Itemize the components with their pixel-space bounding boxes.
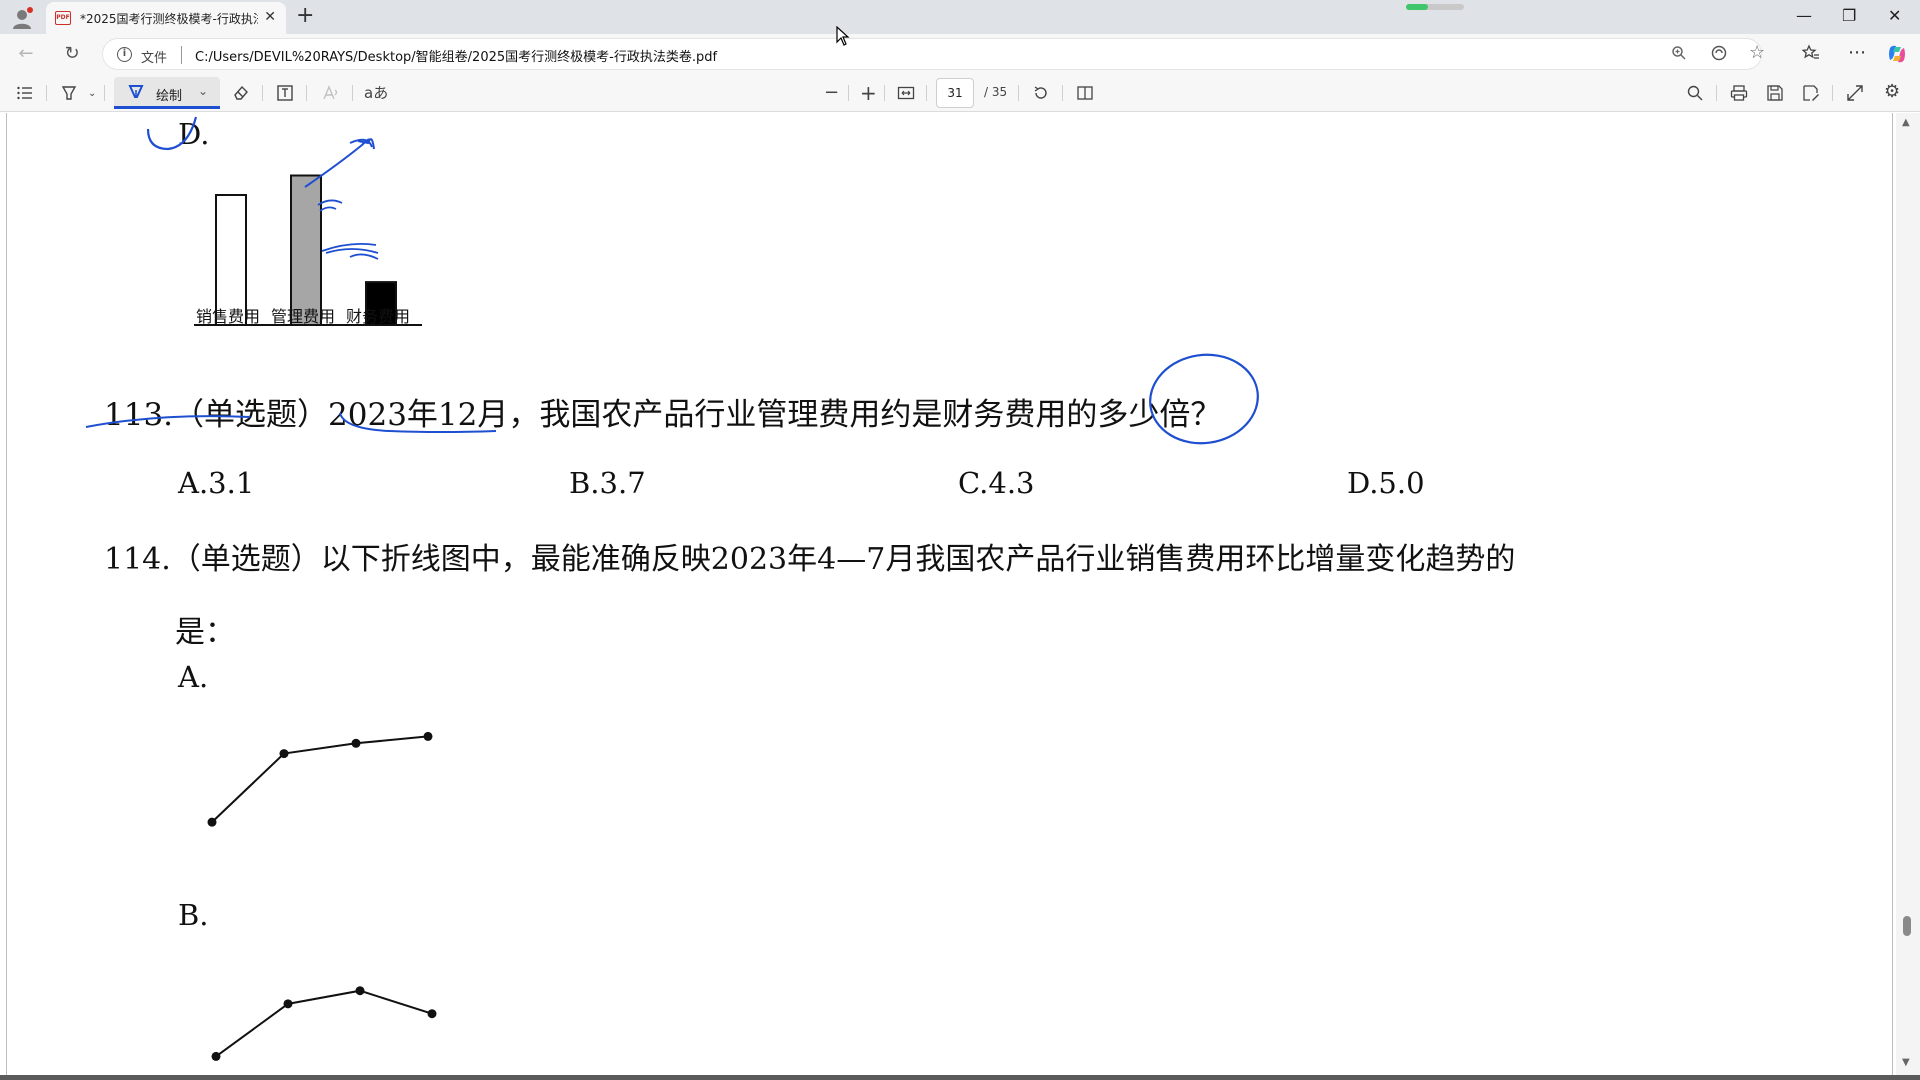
address-bar[interactable]: i 文件 C:/Users/DEVIL%20RAYS/Desktop/智能组卷/…	[102, 38, 1765, 70]
refresh-icon[interactable]: ↻	[60, 42, 84, 66]
line-chart-b-line	[215, 989, 433, 1058]
minimize-button[interactable]: —	[1796, 6, 1812, 25]
toolbar-divider	[46, 85, 47, 101]
settings-gear-icon[interactable]: ⚙	[1884, 81, 1900, 103]
vertical-scrollbar[interactable]: ▲ ▼	[1896, 113, 1920, 1075]
bar-label-1: 管理费用	[271, 307, 336, 326]
toolbar-divider	[1062, 85, 1063, 101]
toolbar-divider	[306, 85, 307, 101]
bar-label-2: 财务费用	[346, 307, 411, 326]
eraser-icon[interactable]	[232, 84, 250, 102]
info-icon[interactable]: i	[117, 47, 132, 62]
tab-strip: PDF *2025国考行测终极模考-行政执法类卷.pdf ✕ + — ❐ ✕	[0, 0, 1920, 34]
page-left-border	[6, 113, 7, 1075]
zoom-out-button[interactable]: −	[824, 82, 839, 104]
save-icon[interactable]	[1766, 84, 1784, 102]
copilot-icon[interactable]	[1886, 43, 1908, 65]
question-114-continuation: 是：	[175, 615, 235, 650]
scroll-up-arrow-icon[interactable]: ▲	[1902, 117, 1910, 128]
more-options-icon[interactable]: ⋯	[1848, 42, 1866, 63]
toolbar-divider	[848, 85, 849, 101]
scrollbar-thumb[interactable]	[1903, 916, 1911, 936]
mouse-cursor-icon	[836, 26, 850, 46]
bar-label-0: 销售费用	[196, 307, 261, 326]
toolbar-divider	[926, 85, 927, 101]
scroll-down-arrow-icon[interactable]: ▼	[1902, 1057, 1910, 1068]
zoom-icon[interactable]	[1671, 45, 1687, 61]
read-aloud-disabled-icon	[323, 85, 338, 100]
highlight-chevron-down-icon[interactable]: ⌄	[88, 83, 96, 105]
toolbar-divider	[262, 85, 263, 101]
file-scheme-chip: 文件	[141, 51, 168, 66]
line-chart-b-point-2	[355, 986, 365, 996]
line-chart-a	[207, 731, 433, 827]
toolbar-divider	[104, 85, 105, 101]
fit-width-icon[interactable]	[897, 84, 915, 102]
save-as-icon[interactable]	[1802, 84, 1820, 102]
page-right-border	[1892, 113, 1893, 1075]
line-chart-a-point-0	[207, 817, 217, 827]
line-chart-b	[211, 986, 437, 1061]
profile-icon[interactable]	[10, 6, 34, 30]
navigation-bar: ← ↻ i 文件 C:/Users/DEVIL%20RAYS/Desktop/智…	[0, 34, 1920, 74]
question-114-text: 114.（单选题）以下折线图中，最能准确反映2023年4—7月我国农产品行业销售…	[104, 542, 1516, 577]
highlight-icon[interactable]	[60, 84, 78, 102]
pdf-viewer[interactable]: D. 销售费用 管理费用 财务费用 113.（单选题）2023年12月，我国农产…	[0, 113, 1920, 1075]
url-text[interactable]: C:/Users/DEVIL%20RAYS/Desktop/智能组卷/2025国…	[195, 46, 717, 65]
close-window-button[interactable]: ✕	[1888, 6, 1901, 25]
toolbar-divider	[352, 85, 353, 101]
q113-option-b: B.3.7	[569, 466, 646, 500]
print-icon[interactable]	[1730, 84, 1748, 102]
tab-close-icon[interactable]: ✕	[264, 9, 276, 25]
back-arrow-icon[interactable]: ←	[14, 42, 38, 66]
toolbar-divider	[884, 85, 885, 101]
line-chart-b-point-0	[211, 1051, 221, 1061]
line-chart-b-point-1	[283, 999, 293, 1009]
toolbar-divider	[1716, 85, 1717, 101]
q114-choice-b-label: B.	[178, 898, 209, 932]
q114-choice-a-label: A.	[178, 660, 209, 694]
question-113-text: 113.（单选题）2023年12月，我国农产品行业管理费用约是财务费用的多少倍？	[104, 397, 1222, 433]
line-chart-a-point-2	[351, 738, 361, 748]
expand-icon[interactable]	[1846, 84, 1864, 102]
browser-tab-active[interactable]: PDF *2025国考行测终极模考-行政执法类卷.pdf ✕	[46, 2, 286, 34]
q113-option-c: C.4.3	[958, 466, 1035, 500]
restore-button[interactable]: ❐	[1842, 6, 1856, 25]
line-chart-a-point-3	[423, 731, 433, 741]
text-box-icon[interactable]	[276, 84, 294, 102]
toolbar-divider	[1018, 85, 1019, 101]
page-total: / 35	[984, 85, 1008, 99]
new-tab-button[interactable]: +	[296, 3, 314, 28]
favorites-icon[interactable]	[1802, 44, 1820, 62]
pdf-toolbar: ⌄ 绘制 ⌄ aあ − + 31 / 35 ⚙	[0, 74, 1920, 112]
zoom-in-button[interactable]: +	[860, 82, 877, 104]
draw-pen-icon	[128, 85, 144, 98]
line-chart-b-point-3	[427, 1009, 437, 1019]
line-chart-a-point-1	[279, 749, 289, 759]
draw-label: 绘制	[156, 89, 183, 104]
draw-chevron-down-icon[interactable]: ⌄	[198, 84, 208, 98]
translate-icon[interactable]: aあ	[364, 82, 388, 104]
browser-essentials-icon[interactable]	[1711, 45, 1727, 61]
search-icon[interactable]	[1686, 84, 1704, 102]
line-chart-a-line	[211, 735, 429, 823]
page-view-icon[interactable]	[1076, 84, 1094, 102]
q113-option-d: D.5.0	[1347, 466, 1425, 500]
contents-list-icon[interactable]	[16, 84, 34, 102]
tab-title: *2025国考行测终极模考-行政执法类卷.pdf	[80, 12, 258, 26]
page-number-input[interactable]: 31	[936, 78, 974, 108]
draw-button[interactable]: 绘制 ⌄	[114, 77, 220, 109]
window-drag-indicator	[1406, 4, 1464, 10]
address-divider	[181, 46, 182, 64]
q113-option-a: A.3.1	[178, 466, 255, 500]
draw-active-indicator	[114, 106, 220, 109]
rotate-icon[interactable]	[1032, 84, 1050, 102]
ink-stroke-arrow-tip	[349, 138, 373, 148]
favorite-star-icon[interactable]: ☆	[1749, 42, 1765, 63]
toolbar-divider	[1832, 85, 1833, 101]
pdf-file-icon: PDF	[55, 11, 71, 25]
option-d-label: D.	[178, 117, 210, 151]
bottom-edge	[0, 1075, 1920, 1080]
